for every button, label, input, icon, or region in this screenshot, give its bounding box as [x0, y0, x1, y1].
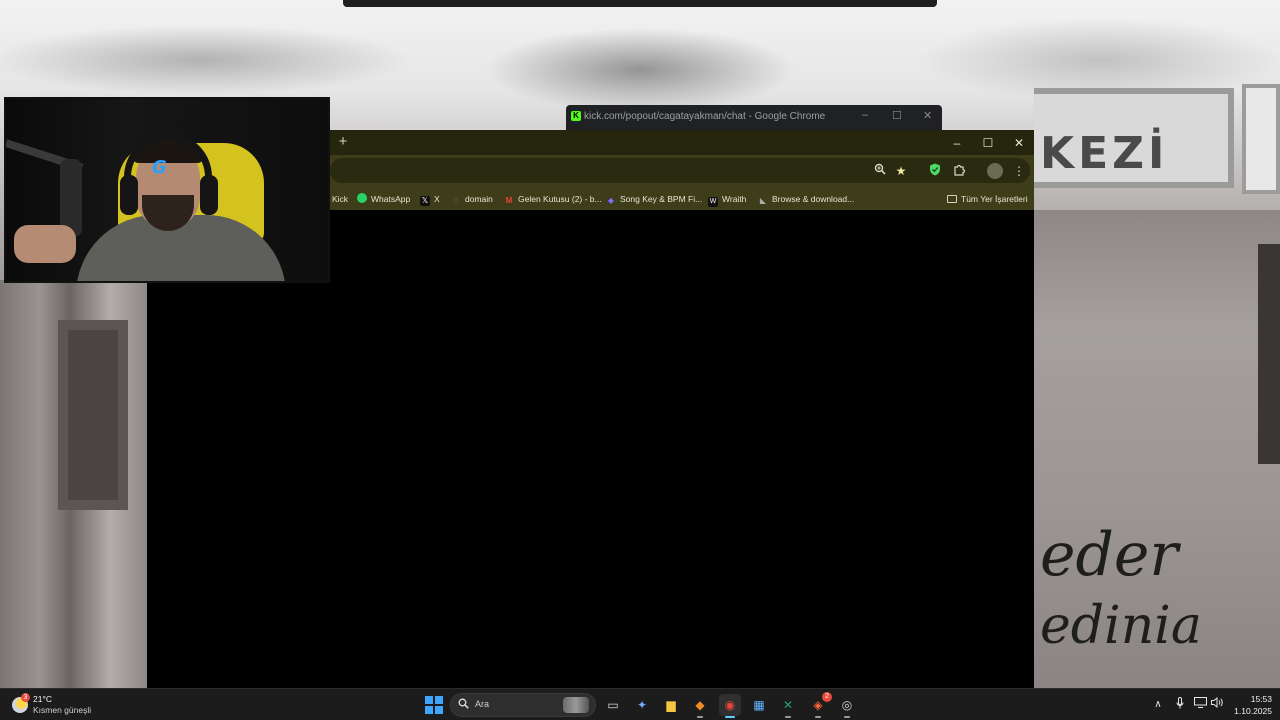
zoom-icon[interactable] [872, 163, 888, 179]
popout-maximize-button[interactable]: ☐ [892, 109, 902, 122]
file-explorer-button[interactable]: ▆ [660, 694, 682, 716]
profile-avatar-icon[interactable] [987, 163, 1003, 179]
ms-store-button[interactable]: ▦ [748, 694, 770, 716]
wallpaper-sign-text: KEZİ [1040, 128, 1169, 179]
shield-extension-icon[interactable] [927, 163, 943, 179]
microphone-icon[interactable] [1172, 697, 1188, 713]
popout-window-title: kick.com/popout/cagatayakman/chat - Goog… [584, 111, 826, 122]
window-maximize-button[interactable]: ☐ [973, 133, 1003, 153]
menu-kebab-icon[interactable]: ⋮ [1011, 163, 1027, 179]
bookmark-browse-download[interactable]: ◣ Browse & download... [758, 191, 854, 207]
running-indicator [697, 716, 703, 718]
windows-logo-tile [435, 696, 443, 704]
clock-time[interactable]: 15:53 [1226, 694, 1272, 704]
search-icon [458, 698, 472, 712]
start-button[interactable] [425, 696, 443, 714]
songkey-icon: ◆ [607, 196, 615, 205]
address-bar[interactable] [330, 158, 1030, 183]
streamer-hand [14, 225, 76, 263]
bookmark-domain[interactable]: ◌ domain [451, 191, 493, 207]
game-app-button[interactable]: ◈ 2 [807, 692, 832, 718]
wallpaper-post [1242, 84, 1280, 194]
bookmark-label: Kick [332, 194, 349, 204]
store-icon: ▦ [753, 698, 765, 712]
bookmark-label: X [434, 194, 440, 204]
weather-temperature: 21°C [33, 694, 52, 704]
folder-icon [947, 195, 957, 203]
folder-icon: ▆ [666, 698, 676, 712]
network-icon[interactable] [1192, 697, 1208, 713]
running-indicator [815, 716, 821, 718]
window-minimize-button[interactable]: – [942, 133, 972, 153]
bookmark-songkey[interactable]: ◆ Song Key & BPM Fi... [606, 191, 702, 207]
wraith-icon: W [708, 197, 718, 207]
popout-chat-window[interactable]: K kick.com/popout/cagatayakman/chat - Go… [566, 105, 942, 131]
bookmark-gmail[interactable]: M Gelen Kutusu (2) - b... [504, 191, 602, 207]
top-window-edge [343, 0, 937, 7]
clock-date[interactable]: 1.10.2025 [1226, 706, 1272, 716]
fl-studio-icon: ◆ [695, 698, 705, 712]
windows-logo-tile [425, 706, 433, 714]
webcam-overlay [4, 97, 330, 283]
bookmark-label: Gelen Kutusu (2) - b... [518, 194, 602, 204]
headset-left-cup [120, 175, 138, 215]
excel-button[interactable]: ✕ [777, 694, 799, 718]
windows-logo-tile [435, 706, 443, 714]
kick-favicon-icon: K [571, 111, 581, 121]
bookmark-label: domain [465, 194, 493, 204]
new-tab-button[interactable]: + [335, 134, 351, 150]
weather-badge: 3 [21, 693, 30, 702]
task-view-icon: ▭ [607, 698, 619, 712]
fl-studio-button[interactable]: ◆ [689, 694, 711, 718]
running-indicator [844, 716, 850, 718]
wallpaper-door [1258, 244, 1280, 464]
popout-minimize-button[interactable]: – [862, 109, 868, 121]
x-icon: 𝕏 [420, 196, 430, 206]
tray-overflow-chevron-icon[interactable]: ∧ [1150, 697, 1166, 713]
running-indicator [785, 716, 791, 718]
excel-icon: ✕ [782, 698, 794, 712]
domain-icon: ◌ [453, 196, 459, 205]
extensions-puzzle-icon[interactable] [951, 163, 967, 179]
active-indicator [725, 716, 735, 718]
all-bookmarks-label: Tüm Yer İşaretleri [961, 194, 1028, 204]
bookmark-wraith[interactable]: W Wraith [708, 191, 746, 207]
weather-widget[interactable]: 3 21°C Kısmen güneşli [12, 693, 132, 717]
bookmark-label: Song Key & BPM Fi... [620, 194, 703, 204]
taskbar-search-box[interactable]: Ara [450, 693, 596, 717]
game-app-icon: ◈ [813, 698, 823, 712]
bookmark-kick[interactable]: Kick [332, 191, 348, 207]
all-bookmarks-folder[interactable]: Tüm Yer İşaretleri [947, 191, 1028, 207]
download-icon: ◣ [759, 196, 767, 205]
bookmark-label: Wraith [722, 194, 747, 204]
whatsapp-icon [357, 193, 367, 203]
chrome-icon: ◉ [724, 698, 736, 712]
weather-description: Kısmen güneşli [33, 705, 92, 715]
chrome-taskbar-button[interactable]: ◉ [719, 694, 741, 718]
wallpaper-script-line1: eder [1040, 520, 1179, 590]
notification-badge: 2 [822, 692, 832, 702]
bookmark-label: WhatsApp [371, 194, 411, 204]
chair-logo-icon: G [152, 157, 167, 178]
wallpaper-script-line2: edinia [1040, 596, 1202, 656]
steam-button[interactable]: ◎ [836, 694, 858, 718]
search-highlight-image [563, 697, 589, 713]
search-placeholder: Ara [475, 699, 490, 709]
bookmark-label: Browse & download... [772, 194, 855, 204]
task-view-button[interactable]: ▭ [602, 694, 624, 716]
window-close-button[interactable]: ✕ [1004, 133, 1034, 153]
bookmark-x[interactable]: 𝕏X [420, 191, 440, 207]
steam-icon: ◎ [841, 698, 853, 712]
volume-icon[interactable] [1209, 696, 1225, 713]
windows-logo-tile [425, 696, 433, 704]
copilot-button[interactable]: ✦ [631, 694, 653, 716]
bookmark-whatsapp[interactable]: WhatsApp [357, 191, 410, 207]
bookmark-star-icon[interactable]: ★ [893, 163, 909, 179]
wallpaper-window-frame [58, 320, 128, 510]
popout-close-button[interactable]: ✕ [923, 109, 932, 122]
copilot-icon: ✦ [636, 698, 648, 712]
gmail-icon: M [505, 196, 513, 205]
headset-right-cup [200, 175, 218, 215]
taskbar: 3 21°C Kısmen güneşli Ara ▭ ✦ ▆ ◆ ◉ ▦ ✕ [0, 688, 1280, 720]
